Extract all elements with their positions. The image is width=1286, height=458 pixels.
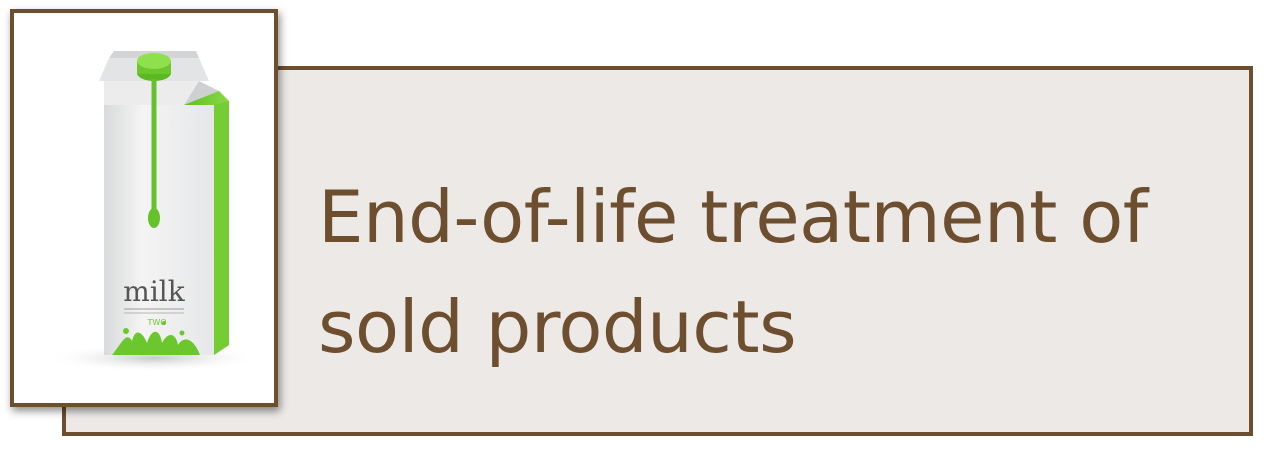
slide-title: End-of-life treatment of sold products [318,175,1148,369]
milk-carton-illustration: milk TWO [14,13,274,403]
milk-carton-picture: milk TWO [10,9,278,407]
carton-label: milk [123,275,185,308]
